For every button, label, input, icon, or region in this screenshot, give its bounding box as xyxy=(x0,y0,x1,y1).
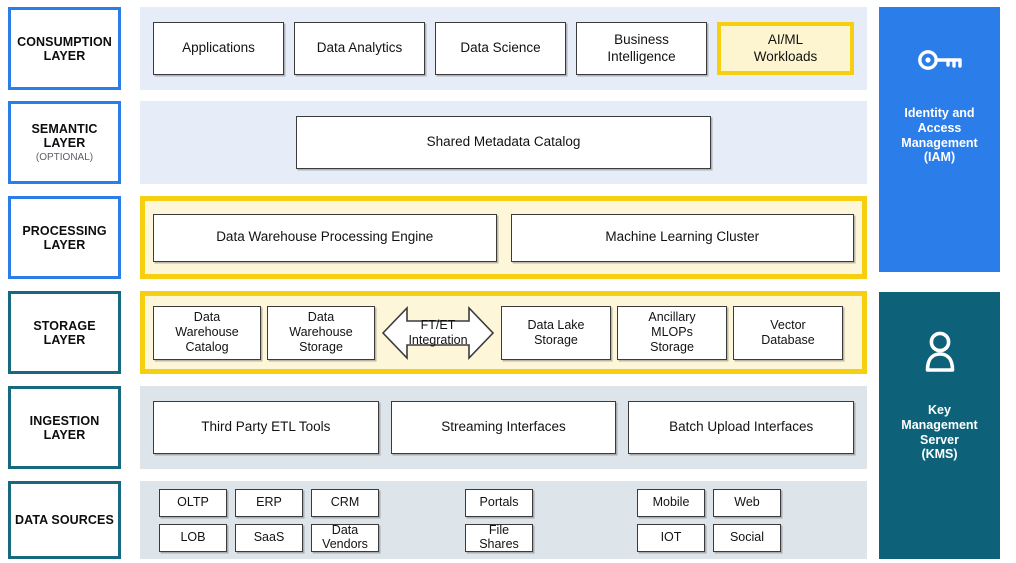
layer-label-semantic-title: SEMANTIC LAYER xyxy=(31,121,98,150)
band-semantic: Shared Metadata Catalog xyxy=(140,101,867,184)
chip-file-shares[interactable]: File Shares xyxy=(465,523,533,552)
side-panel-kms-label: Key Management Server (KMS) xyxy=(901,403,978,462)
layer-label-consumption-title: CONSUMPTION LAYER xyxy=(17,34,112,63)
node-vector-database[interactable]: Vector Database xyxy=(733,305,843,360)
chip-web[interactable]: Web xyxy=(713,488,781,517)
data-source-row: File Shares xyxy=(465,523,533,552)
node-dw-processing-engine[interactable]: Data Warehouse Processing Engine xyxy=(153,213,497,262)
node-data-analytics[interactable]: Data Analytics xyxy=(294,22,425,75)
architecture-diagram: CONSUMPTION LAYER SEMANTIC LAYER (OPTION… xyxy=(0,0,1016,563)
user-icon xyxy=(922,330,958,377)
band-data-sources-inner: OLTP ERP CRM LOB SaaS Data Vendors Porta… xyxy=(140,481,867,559)
side-panel-iam[interactable]: Identity and Access Management (IAM) xyxy=(879,7,1000,272)
chip-portals[interactable]: Portals xyxy=(465,488,533,517)
band-semantic-inner: Shared Metadata Catalog xyxy=(140,101,867,184)
band-processing-inner: Data Warehouse Processing Engine Machine… xyxy=(145,201,862,274)
layer-label-semantic[interactable]: SEMANTIC LAYER (OPTIONAL) xyxy=(8,101,121,184)
chip-iot[interactable]: IOT xyxy=(637,523,705,552)
layer-label-semantic-sublabel: (OPTIONAL) xyxy=(35,151,94,163)
layer-label-storage[interactable]: STORAGE LAYER xyxy=(8,291,121,374)
layer-label-storage-title: STORAGE LAYER xyxy=(33,318,96,347)
node-ft-et-integration-label: FT/ET Integration xyxy=(408,317,468,347)
node-data-warehouse-storage[interactable]: Data Warehouse Storage xyxy=(267,305,375,360)
node-ai-ml-workloads[interactable]: AI/ML Workloads xyxy=(717,22,854,75)
node-machine-learning-cluster[interactable]: Machine Learning Cluster xyxy=(510,213,854,262)
node-data-science[interactable]: Data Science xyxy=(435,22,566,75)
chip-data-vendors[interactable]: Data Vendors xyxy=(311,523,379,552)
data-source-row: LOB SaaS Data Vendors xyxy=(159,523,379,552)
data-source-row: Portals xyxy=(465,488,533,517)
chip-saas[interactable]: SaaS xyxy=(235,523,303,552)
side-panel-kms[interactable]: Key Management Server (KMS) xyxy=(879,292,1000,559)
data-source-row: OLTP ERP CRM xyxy=(159,488,379,517)
chip-social[interactable]: Social xyxy=(713,523,781,552)
node-third-party-etl-tools[interactable]: Third Party ETL Tools xyxy=(153,401,379,454)
layer-label-consumption[interactable]: CONSUMPTION LAYER xyxy=(8,7,121,90)
key-icon xyxy=(915,45,965,80)
node-ft-et-integration[interactable]: FT/ET Integration xyxy=(381,302,495,364)
band-processing: Data Warehouse Processing Engine Machine… xyxy=(140,196,867,279)
node-shared-metadata-catalog[interactable]: Shared Metadata Catalog xyxy=(296,116,711,169)
node-data-warehouse-catalog[interactable]: Data Warehouse Catalog xyxy=(153,305,261,360)
chip-erp[interactable]: ERP xyxy=(235,488,303,517)
layer-label-ingestion[interactable]: INGESTION LAYER xyxy=(8,386,121,469)
band-storage-inner: Data Warehouse Catalog Data Warehouse St… xyxy=(145,296,862,369)
chip-oltp[interactable]: OLTP xyxy=(159,488,227,517)
data-source-group-enterprise: OLTP ERP CRM LOB SaaS Data Vendors xyxy=(159,488,379,552)
layer-label-data-sources-title: DATA SOURCES xyxy=(15,513,114,527)
layer-label-processing[interactable]: PROCESSING LAYER xyxy=(8,196,121,279)
layer-label-ingestion-title: INGESTION LAYER xyxy=(29,413,100,442)
band-data-sources: OLTP ERP CRM LOB SaaS Data Vendors Porta… xyxy=(140,481,867,559)
chip-crm[interactable]: CRM xyxy=(311,488,379,517)
chip-lob[interactable]: LOB xyxy=(159,523,227,552)
band-ingestion-inner: Third Party ETL Tools Streaming Interfac… xyxy=(140,386,867,469)
band-consumption-inner: Applications Data Analytics Data Science… xyxy=(140,7,867,90)
node-applications[interactable]: Applications xyxy=(153,22,284,75)
chip-mobile[interactable]: Mobile xyxy=(637,488,705,517)
layer-label-data-sources[interactable]: DATA SOURCES xyxy=(8,481,121,559)
node-data-lake-storage[interactable]: Data Lake Storage xyxy=(501,305,611,360)
data-source-group-channels: Portals File Shares xyxy=(465,488,533,552)
data-source-group-digital: Mobile Web IOT Social xyxy=(637,488,781,552)
node-batch-upload-interfaces[interactable]: Batch Upload Interfaces xyxy=(628,401,855,454)
data-source-row: Mobile Web xyxy=(637,488,781,517)
data-source-row: IOT Social xyxy=(637,523,781,552)
side-panel-iam-label: Identity and Access Management (IAM) xyxy=(901,106,978,165)
node-streaming-interfaces[interactable]: Streaming Interfaces xyxy=(390,401,617,454)
band-ingestion: Third Party ETL Tools Streaming Interfac… xyxy=(140,386,867,469)
node-business-intelligence[interactable]: Business Intelligence xyxy=(576,22,707,75)
band-storage: Data Warehouse Catalog Data Warehouse St… xyxy=(140,291,867,374)
layer-label-processing-title: PROCESSING LAYER xyxy=(22,223,107,252)
node-ancillary-mlops-storage[interactable]: Ancillary MLOPs Storage xyxy=(617,305,727,360)
band-consumption: Applications Data Analytics Data Science… xyxy=(140,7,867,90)
